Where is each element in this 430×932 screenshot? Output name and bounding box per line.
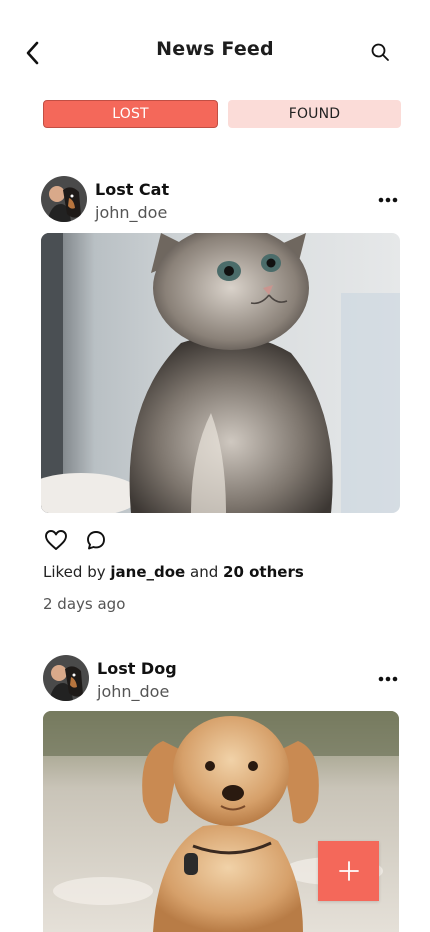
page-title: News Feed	[156, 38, 274, 60]
liked-and: and	[190, 563, 219, 581]
liked-prefix: Liked by	[43, 563, 106, 581]
post-image[interactable]	[41, 233, 400, 513]
comment-icon	[87, 531, 105, 550]
liked-user[interactable]: jane_doe	[110, 563, 185, 581]
post-username[interactable]: john_doe	[97, 682, 169, 701]
search-icon	[371, 43, 389, 61]
plus-icon	[338, 861, 359, 881]
tab-found[interactable]: FOUND	[228, 100, 401, 128]
comment-button[interactable]	[83, 527, 109, 553]
likes-summary: Liked by jane_doe and 20 others	[43, 563, 304, 581]
more-options-button[interactable]	[375, 669, 401, 689]
heart-icon	[45, 530, 67, 550]
header: News Feed	[0, 0, 430, 100]
post-header: Lost Dog john_doe	[43, 655, 403, 703]
filter-tabs: LOST FOUND	[43, 100, 401, 128]
post-username[interactable]: john_doe	[95, 203, 167, 222]
search-button[interactable]	[368, 40, 392, 64]
post-title: Lost Dog	[97, 659, 177, 678]
avatar[interactable]	[43, 655, 89, 701]
liked-others[interactable]: 20 others	[223, 563, 304, 581]
post-title: Lost Cat	[95, 180, 170, 199]
tab-lost[interactable]: LOST	[43, 100, 218, 128]
post-actions	[43, 527, 109, 553]
more-horizontal-icon	[378, 676, 398, 682]
add-post-button[interactable]	[318, 841, 379, 901]
more-options-button[interactable]	[375, 190, 401, 210]
post-time: 2 days ago	[43, 595, 126, 613]
post-header: Lost Cat john_doe	[41, 176, 401, 224]
avatar[interactable]	[41, 176, 87, 222]
more-horizontal-icon	[378, 197, 398, 203]
like-button[interactable]	[43, 527, 69, 553]
